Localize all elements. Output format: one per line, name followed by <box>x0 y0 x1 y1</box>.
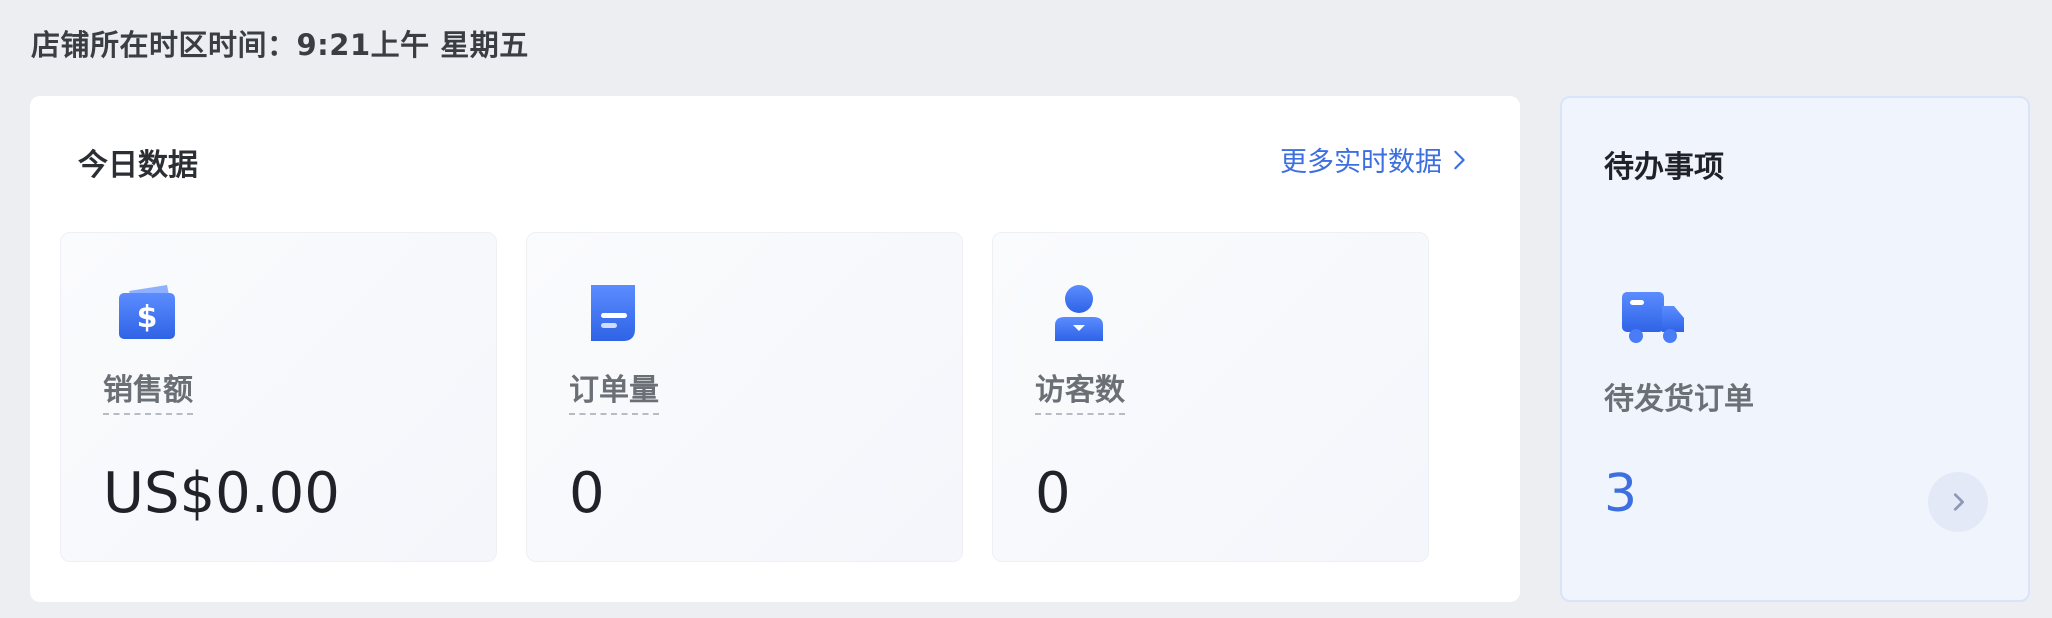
stat-label-sales[interactable]: 销售额 <box>103 365 193 415</box>
stat-value-sales: US$0.00 <box>103 461 340 526</box>
more-realtime-data-link[interactable]: 更多实时数据 <box>1280 140 1470 179</box>
stat-label-visitors[interactable]: 访客数 <box>1035 365 1125 415</box>
todo-panel: 待办事项 待发货订单 3 <box>1560 96 2030 602</box>
document-icon <box>591 285 635 341</box>
more-realtime-data-label: 更多实时数据 <box>1280 147 1442 178</box>
wallet-dollar-icon: $ <box>119 285 175 339</box>
stat-value-visitors: 0 <box>1035 461 1071 526</box>
svg-text:$: $ <box>137 300 158 335</box>
pending-shipment-count[interactable]: 3 <box>1604 464 1637 524</box>
dashboard-page: 店铺所在时区时间：9:21上午 星期五 今日数据 更多实时数据 $ 销售额 US… <box>0 0 2052 618</box>
stat-card-visitors[interactable]: 访客数 0 <box>992 232 1429 562</box>
stat-value-orders: 0 <box>569 461 605 526</box>
today-data-title: 今日数据 <box>78 148 198 183</box>
stat-card-sales[interactable]: $ 销售额 US$0.00 <box>60 232 497 562</box>
pending-shipment-arrow-button[interactable] <box>1928 472 1988 532</box>
chevron-right-icon <box>1454 150 1465 169</box>
truck-icon <box>1622 292 1684 343</box>
user-icon <box>1055 285 1103 341</box>
today-data-panel: 今日数据 更多实时数据 $ 销售额 US$0.00 订单量 0 访客数 0 <box>30 96 1520 602</box>
store-timezone-time: 店铺所在时区时间：9:21上午 星期五 <box>31 28 529 62</box>
todo-title: 待办事项 <box>1604 150 1724 185</box>
chevron-right-icon <box>1953 493 1964 511</box>
stat-card-orders[interactable]: 订单量 0 <box>526 232 963 562</box>
stat-label-orders[interactable]: 订单量 <box>569 365 659 415</box>
pending-shipment-label[interactable]: 待发货订单 <box>1604 374 1754 418</box>
